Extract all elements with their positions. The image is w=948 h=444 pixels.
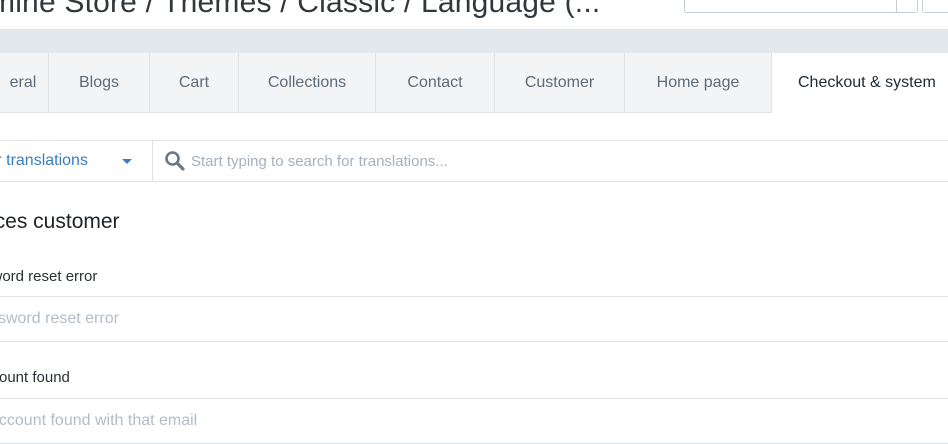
header-action-button[interactable] <box>922 0 948 13</box>
filter-search-bar: ter translations <box>0 140 948 182</box>
password-reset-error-input[interactable] <box>0 296 948 342</box>
tab-collections[interactable]: Collections <box>239 53 376 112</box>
select-divider <box>896 0 897 12</box>
search-icon <box>165 151 185 171</box>
field-label-password-reset-error: sword reset error <box>0 268 98 285</box>
breadcrumb: mine Store / Themes / Classic / Language… <box>0 0 601 19</box>
caret-down-icon <box>122 159 132 164</box>
header-divider-band <box>0 29 948 53</box>
account-found-input[interactable] <box>0 398 948 444</box>
tab-blogs[interactable]: Blogs <box>49 53 150 112</box>
section-title: ices customer <box>0 210 120 233</box>
tab-general[interactable]: eral <box>0 53 49 112</box>
language-select[interactable] <box>684 0 918 13</box>
tab-checkout-system[interactable]: Checkout & system <box>772 53 948 113</box>
tab-contact[interactable]: Contact <box>376 53 495 112</box>
search-input[interactable] <box>191 142 931 180</box>
tab-cart[interactable]: Cart <box>150 53 239 112</box>
tab-customer[interactable]: Customer <box>495 53 625 112</box>
filter-translations-label: ter translations <box>0 152 88 169</box>
tab-home-page[interactable]: Home page <box>625 53 772 112</box>
field-label-account-found: ccount found <box>0 369 70 386</box>
page-header: mine Store / Themes / Classic / Language… <box>0 0 948 29</box>
filter-translations-button[interactable]: ter translations <box>0 141 153 181</box>
translation-tabs: eral Blogs Cart Collections Contact Cust… <box>0 53 948 113</box>
